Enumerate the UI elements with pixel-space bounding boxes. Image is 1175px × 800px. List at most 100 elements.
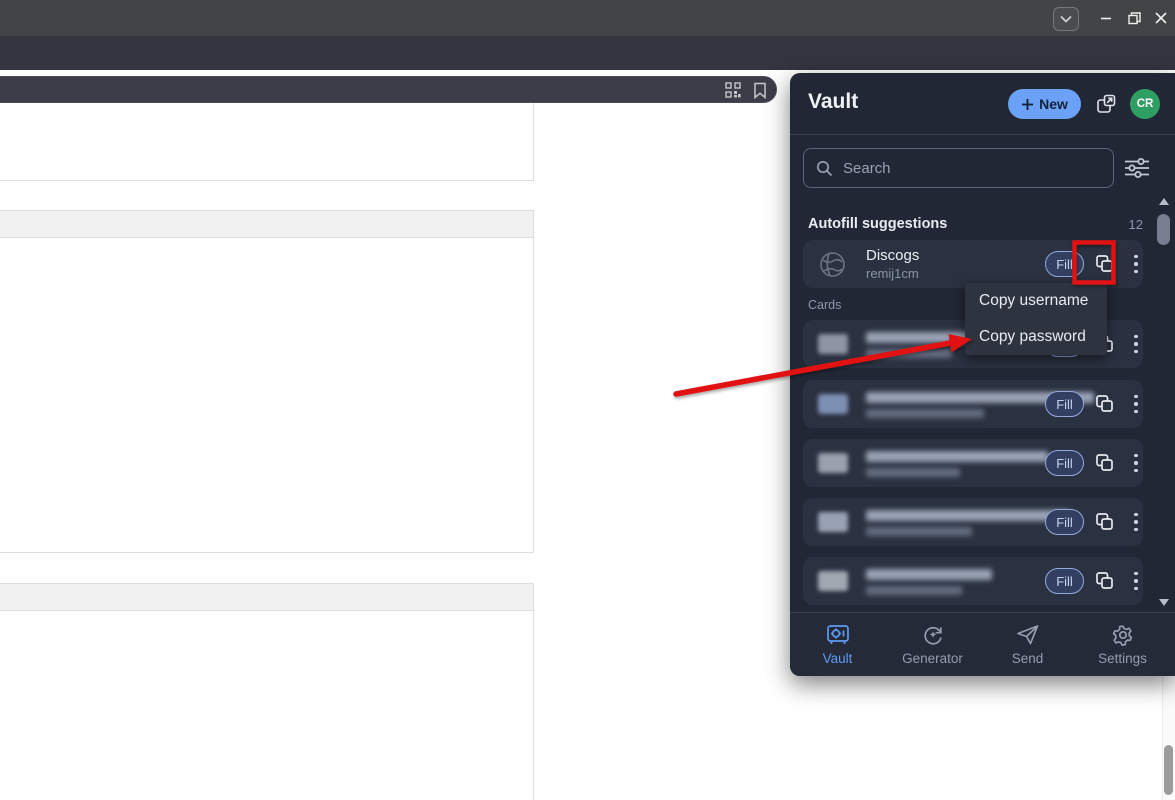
nav-label: Settings xyxy=(1098,651,1147,666)
browser-toolbar: d 3 xyxy=(0,36,1175,70)
scroll-down-arrow-icon[interactable] xyxy=(1159,599,1169,606)
restore-icon xyxy=(1128,12,1141,25)
new-button-label: New xyxy=(1039,96,1068,112)
item-options-button[interactable] xyxy=(1128,451,1144,475)
popup-scrollbar[interactable] xyxy=(1155,195,1173,612)
autofill-section-label: Autofill suggestions xyxy=(808,216,947,232)
nav-label: Vault xyxy=(823,651,853,666)
dot xyxy=(1134,528,1138,532)
redacted-title xyxy=(866,451,1048,462)
search-placeholder: Search xyxy=(843,160,891,177)
card-icon xyxy=(818,512,848,532)
autofill-count: 12 xyxy=(1113,217,1143,232)
redacted-subtitle xyxy=(866,527,972,536)
page-section-header xyxy=(0,210,534,238)
search-icon xyxy=(816,160,833,177)
dot xyxy=(1134,335,1138,339)
nav-tab-send[interactable]: Send xyxy=(980,613,1075,676)
nav-tab-vault[interactable]: Vault xyxy=(790,613,885,676)
close-button[interactable] xyxy=(1146,0,1175,36)
fill-button[interactable]: Fill xyxy=(1045,391,1084,417)
redacted-title xyxy=(866,569,992,580)
generator-icon xyxy=(921,623,945,647)
vault-card-item-redacted[interactable]: Fill xyxy=(803,557,1143,605)
copy-icon-button[interactable] xyxy=(1095,512,1115,532)
menu-item-copy-password[interactable]: Copy password xyxy=(965,319,1107,355)
page-scrollbar-thumb[interactable] xyxy=(1164,745,1173,795)
vault-card-item-redacted[interactable]: Fill xyxy=(803,439,1143,487)
scroll-up-arrow-icon[interactable] xyxy=(1159,198,1169,205)
copy-icon-button[interactable] xyxy=(1095,571,1115,591)
popout-icon xyxy=(1096,94,1116,114)
dot xyxy=(1134,262,1138,266)
copy-icon-button[interactable] xyxy=(1095,254,1115,274)
dot xyxy=(1134,342,1138,346)
card-icon xyxy=(818,394,848,414)
plus-icon xyxy=(1021,98,1034,111)
popup-scrollbar-thumb[interactable] xyxy=(1157,214,1170,245)
vault-item-discogs[interactable]: Discogs remij1cm Fill xyxy=(803,240,1143,288)
fill-button[interactable]: Fill xyxy=(1045,251,1084,277)
dot xyxy=(1134,469,1138,473)
nav-tab-generator[interactable]: Generator xyxy=(885,613,980,676)
card-icon xyxy=(818,453,848,473)
dot xyxy=(1134,579,1138,583)
dot xyxy=(1134,410,1138,414)
copy-icon xyxy=(1095,512,1114,531)
popup-header: Vault New CR xyxy=(790,73,1175,134)
nav-tab-settings[interactable]: Settings xyxy=(1075,613,1170,676)
vault-icon xyxy=(826,623,850,647)
dot xyxy=(1134,395,1138,399)
item-options-button[interactable] xyxy=(1128,392,1144,416)
search-input[interactable]: Search xyxy=(803,148,1114,188)
popout-button[interactable] xyxy=(1096,94,1116,114)
dot xyxy=(1134,402,1138,406)
copy-icon xyxy=(1095,254,1114,273)
filter-button[interactable] xyxy=(1124,157,1150,179)
item-options-button[interactable] xyxy=(1128,510,1144,534)
dot xyxy=(1134,513,1138,517)
restore-button[interactable] xyxy=(1119,0,1149,36)
chevron-down-icon xyxy=(1060,15,1072,23)
dot xyxy=(1134,350,1138,354)
address-bar[interactable] xyxy=(0,76,777,103)
filter-sliders-icon xyxy=(1124,157,1150,179)
popup-bottom-nav: Vault Generator xyxy=(790,612,1175,676)
qr-code-icon[interactable] xyxy=(723,80,743,100)
copy-icon xyxy=(1095,394,1114,413)
cards-section-label: Cards xyxy=(808,298,841,312)
copy-icon-button[interactable] xyxy=(1095,453,1115,473)
minimize-button[interactable] xyxy=(1091,0,1121,36)
redacted-subtitle xyxy=(866,586,962,595)
redacted-subtitle xyxy=(866,468,960,477)
minimize-icon xyxy=(1100,12,1112,24)
copy-icon xyxy=(1095,453,1114,472)
item-name: Discogs xyxy=(866,247,919,264)
bitwarden-popup: Vault New CR xyxy=(790,73,1175,676)
item-options-button[interactable] xyxy=(1128,252,1144,276)
dot xyxy=(1134,587,1138,591)
item-username: remij1cm xyxy=(866,266,919,281)
dot xyxy=(1134,520,1138,524)
settings-gear-icon xyxy=(1111,623,1135,647)
fill-button[interactable]: Fill xyxy=(1045,568,1084,594)
tab-search-chevron-button[interactable] xyxy=(1053,7,1079,31)
item-options-button[interactable] xyxy=(1128,569,1144,593)
card-icon xyxy=(818,334,848,354)
vault-card-item-redacted[interactable]: Fill xyxy=(803,380,1143,428)
page-section-box: se by you or by xyxy=(0,611,534,800)
redacted-title xyxy=(866,510,1070,521)
redacted-subtitle xyxy=(866,349,952,358)
dot xyxy=(1134,461,1138,465)
item-options-button[interactable] xyxy=(1128,332,1144,356)
menu-item-copy-username[interactable]: Copy username xyxy=(965,283,1107,319)
bookmark-icon[interactable] xyxy=(750,80,770,100)
fill-button[interactable]: Fill xyxy=(1045,450,1084,476)
account-avatar[interactable]: CR xyxy=(1130,89,1160,119)
copy-icon-button[interactable] xyxy=(1095,394,1115,414)
vault-card-item-redacted[interactable]: Fill xyxy=(803,498,1143,546)
dot xyxy=(1134,454,1138,458)
fill-button[interactable]: Fill xyxy=(1045,509,1084,535)
globe-icon xyxy=(819,251,846,278)
new-item-button[interactable]: New xyxy=(1008,89,1081,119)
